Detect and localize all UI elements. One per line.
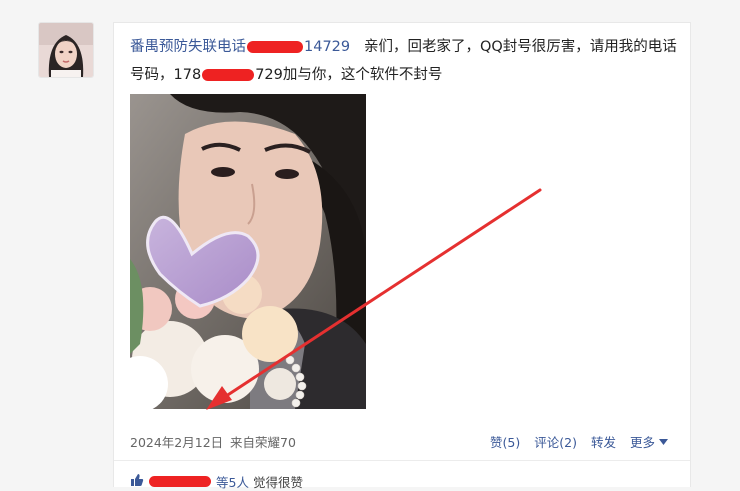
likes-suffix: 觉得很赞 <box>252 475 303 490</box>
thumbs-up-icon <box>130 473 144 491</box>
avatar[interactable] <box>38 22 94 78</box>
like-button[interactable]: 赞(5) <box>490 432 520 451</box>
likes-summary: 等5人 觉得很赞 <box>130 472 303 491</box>
post-actions: 赞(5) 评论(2) 转发 更多 <box>490 432 668 451</box>
post-body-line1: 亲们，回老家了，QQ封号很厉害，请用我的电话 <box>363 39 677 55</box>
post-meta: 2024年2月12日 来自荣耀70 赞(5) 评论(2) 转发 更多 <box>130 432 680 450</box>
redaction-mark <box>149 476 211 487</box>
post-date: 2024年2月12日 <box>130 435 224 450</box>
post-card: 番禺预防失联电话 14729 亲们，回老家了，QQ封号很厉害，请用我的电话 号码，… <box>113 22 691 490</box>
post-text: 番禺预防失联电话 14729 亲们，回老家了，QQ封号很厉害，请用我的电话 号码，… <box>130 33 680 89</box>
forward-button[interactable]: 转发 <box>591 432 616 451</box>
divider <box>114 460 690 461</box>
post-photo[interactable] <box>130 94 366 409</box>
redaction-mark <box>202 69 255 81</box>
redaction-mark <box>247 41 303 53</box>
post-source: 来自荣耀70 <box>230 435 296 450</box>
more-button[interactable]: 更多 <box>630 432 668 451</box>
author-link[interactable]: 番禺预防失联电话 14729 <box>130 39 350 55</box>
more-label: 更多 <box>629 435 655 450</box>
comment-button[interactable]: 评论(2) <box>534 432 577 451</box>
avatar-photo <box>39 23 93 77</box>
post-body-line2-suffix: 729加与你，这个软件不封号 <box>255 67 443 83</box>
selfie-with-flowers-image <box>130 94 366 409</box>
likers-count-link[interactable]: 等5人 <box>216 472 249 491</box>
caret-down-icon <box>659 438 668 445</box>
post-body-line2-prefix: 号码，178 <box>130 67 202 83</box>
